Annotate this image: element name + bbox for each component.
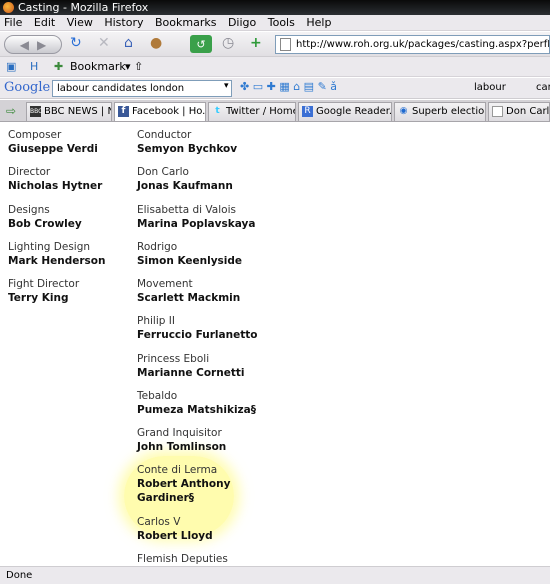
credit-role: Elisabetta di Valois bbox=[137, 204, 236, 216]
coffee-icon[interactable]: ● bbox=[150, 35, 162, 51]
back-icon[interactable]: ◀ bbox=[20, 38, 29, 52]
add-icon[interactable]: + bbox=[250, 35, 262, 51]
credit-name: Bob Crowley bbox=[8, 218, 82, 230]
credit-name-highlighted: Robert Anthony bbox=[137, 478, 231, 490]
status-bar: Done bbox=[0, 566, 550, 584]
credit-name: Terry King bbox=[8, 292, 69, 304]
reader-icon: R bbox=[302, 106, 313, 117]
url-bar[interactable]: http://www.roh.org.uk/packages/casting.a… bbox=[275, 35, 550, 54]
green-addon-icon[interactable]: ↺ bbox=[190, 35, 212, 53]
credit-name: Mark Henderson bbox=[8, 255, 106, 267]
credit-role: Princess Eboli bbox=[137, 353, 210, 365]
new-tab-icon[interactable]: ⇨ bbox=[6, 104, 16, 118]
diigo-highlight-icon[interactable]: H bbox=[30, 60, 38, 73]
credit-name: Jonas Kaufmann bbox=[137, 180, 233, 192]
menu-diigo[interactable]: Diigo bbox=[224, 15, 260, 31]
google-toolbar: Google labour candidates london ▾ ✤ ▭ ✚ … bbox=[0, 78, 550, 99]
facebook-icon: f bbox=[118, 106, 129, 117]
credit-name: Ferruccio Furlanetto bbox=[137, 329, 258, 341]
dropdown-icon[interactable]: ▾ bbox=[224, 81, 229, 91]
credit-role: Flemish Deputies bbox=[137, 553, 228, 565]
menu-edit[interactable]: Edit bbox=[30, 15, 59, 31]
credit-role: Lighting Design bbox=[8, 241, 91, 253]
election-icon: ◉ bbox=[399, 106, 408, 116]
google-search-input[interactable]: labour candidates london bbox=[52, 80, 232, 97]
credit-role: Conductor bbox=[137, 129, 192, 141]
tab-bar: BBC BBC NEWS | N... f Facebook | Ho... t… bbox=[0, 100, 550, 122]
google-search-query: labour candidates london bbox=[57, 83, 185, 94]
firefox-icon bbox=[3, 2, 14, 13]
bookmark-toolbar: ▣ H ✚ Bookmark ▾ ⇧ bbox=[0, 57, 550, 77]
credit-name: John Tomlinson bbox=[137, 441, 227, 453]
credit-role: Philip II bbox=[137, 315, 175, 327]
credit-role: Don Carlo bbox=[137, 166, 189, 178]
tab-google-reader[interactable]: R Google Reader... bbox=[298, 102, 392, 121]
menu-bar: File Edit View History Bookmarks Diigo T… bbox=[0, 15, 550, 31]
menu-help[interactable]: Help bbox=[302, 15, 335, 31]
credit-name: Semyon Bychkov bbox=[137, 143, 238, 155]
page-content: Composer Giuseppe Verdi Director Nichola… bbox=[0, 122, 550, 566]
credit-role: Fight Director bbox=[8, 278, 80, 290]
credit-name-highlighted-line2: Gardiner§ bbox=[137, 492, 195, 504]
google-icons[interactable]: ✤ ▭ ✚ ▦ ⌂ ▤ ✎ ǎ bbox=[240, 80, 337, 93]
credit-role: Carlos V bbox=[137, 516, 181, 528]
credit-name: Scarlett Mackmin bbox=[137, 292, 241, 304]
credit-name: Simon Keenlyside bbox=[137, 255, 243, 267]
credit-role: Movement bbox=[137, 278, 193, 290]
credit-name: Nicholas Hytner bbox=[8, 180, 103, 192]
clock-icon[interactable]: ◷ bbox=[222, 35, 234, 51]
tab-twitter[interactable]: t Twitter / Home bbox=[208, 102, 296, 121]
back-forward-buttons[interactable]: ◀ ▶ bbox=[4, 35, 62, 54]
menu-bookmarks[interactable]: Bookmarks bbox=[151, 15, 220, 31]
credit-role: Rodrigo bbox=[137, 241, 178, 253]
tab-bbc[interactable]: BBC BBC NEWS | N... bbox=[26, 102, 112, 121]
bookmark-icon[interactable]: ✚ bbox=[54, 60, 63, 73]
page-tab-icon bbox=[492, 106, 503, 117]
candidates-button[interactable]: can bbox=[536, 82, 550, 93]
home-icon[interactable]: ⌂ bbox=[124, 35, 133, 51]
credit-role: Grand Inquisitor bbox=[137, 427, 222, 439]
google-logo[interactable]: Google bbox=[4, 80, 50, 95]
navigation-toolbar: ◀ ▶ ↻ ✕ ⌂ ● ↺ ◷ + http://www.roh.org.uk/… bbox=[0, 32, 550, 57]
menu-file[interactable]: File bbox=[0, 15, 26, 31]
credit-role: Tebaldo bbox=[137, 390, 178, 402]
credit-name: Marianne Cornetti bbox=[137, 367, 245, 379]
bookmark-label[interactable]: Bookmark bbox=[70, 60, 126, 73]
forward-icon[interactable]: ▶ bbox=[37, 38, 46, 52]
bookmark-toolbar-icon[interactable]: ▣ bbox=[6, 60, 16, 73]
credit-name: Robert Lloyd bbox=[137, 530, 213, 542]
status-text: Done bbox=[6, 570, 33, 581]
credit-role: Director bbox=[8, 166, 51, 178]
tab-don-carlo[interactable]: Don Carlo - bbox=[488, 102, 550, 121]
twitter-icon: t bbox=[215, 106, 220, 116]
pin-icon[interactable]: ▾ ⇧ bbox=[125, 60, 143, 73]
title-bar: Casting - Mozilla Firefox bbox=[0, 0, 550, 15]
tab-facebook[interactable]: f Facebook | Ho... bbox=[114, 102, 206, 121]
credit-role-highlighted: Conte di Lerma bbox=[137, 464, 218, 476]
credit-role: Designs bbox=[8, 204, 50, 216]
credit-name: Pumeza Matshikiza§ bbox=[137, 404, 256, 416]
url-text: http://www.roh.org.uk/packages/casting.a… bbox=[296, 39, 550, 50]
labour-button[interactable]: labour bbox=[474, 82, 506, 93]
window-title: Casting - Mozilla Firefox bbox=[18, 1, 149, 14]
menu-tools[interactable]: Tools bbox=[264, 15, 299, 31]
menu-view[interactable]: View bbox=[63, 15, 97, 31]
tab-election[interactable]: ◉ Superb electio... bbox=[394, 102, 486, 121]
menu-history[interactable]: History bbox=[100, 15, 147, 31]
stop-icon[interactable]: ✕ bbox=[98, 35, 110, 51]
reload-icon[interactable]: ↻ bbox=[70, 35, 82, 51]
bbc-icon: BBC bbox=[30, 106, 43, 117]
page-icon bbox=[280, 38, 291, 51]
credit-name: Giuseppe Verdi bbox=[8, 143, 98, 155]
credit-role: Composer bbox=[8, 129, 62, 141]
credit-name: Marina Poplavskaya bbox=[137, 218, 256, 230]
